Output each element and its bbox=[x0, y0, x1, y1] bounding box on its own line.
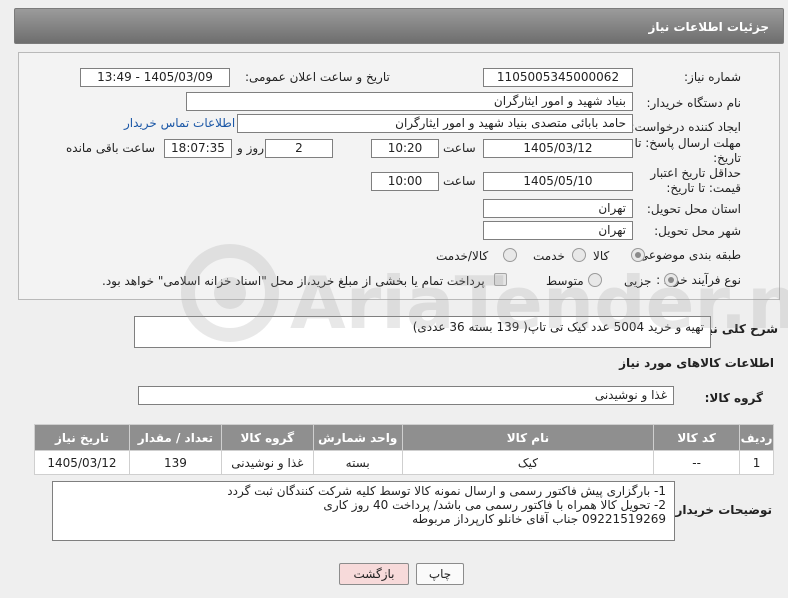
cell-name: کیک bbox=[401, 450, 655, 475]
description-textarea[interactable]: تهیه و خرید 5004 عدد کیک تی تاپ( 139 بست… bbox=[134, 316, 711, 348]
goods-group-field[interactable]: غذا و نوشیدنی bbox=[138, 386, 674, 405]
process-option-minor: جزیی bbox=[624, 274, 652, 288]
buyer-note-line-1: 1- بارگزاری پیش فاکتور رسمی و ارسال نمون… bbox=[227, 484, 666, 498]
cell-code: -- bbox=[653, 450, 741, 475]
reply-time-label: ساعت bbox=[443, 141, 476, 155]
reply-deadline-label: مهلت ارسال پاسخ: تا تاریخ: bbox=[634, 136, 741, 165]
col-date: تاریخ نیاز bbox=[34, 424, 130, 451]
col-unit: واحد شمارش bbox=[312, 424, 403, 451]
reply-date-field[interactable]: 1405/03/12 bbox=[483, 139, 633, 158]
delivery-city-field[interactable]: تهران bbox=[483, 221, 633, 240]
col-code: کد کالا bbox=[653, 424, 741, 451]
category-radio-goods[interactable] bbox=[631, 248, 645, 262]
category-option-service: خدمت bbox=[533, 249, 565, 263]
col-name: نام کالا bbox=[401, 424, 655, 451]
process-radio-minor[interactable] bbox=[664, 273, 678, 287]
treasury-payment-note: پرداخت تمام یا بخشی از مبلغ خرید،از محل … bbox=[102, 274, 485, 288]
remaining-time-field[interactable]: 18:07:35 bbox=[164, 139, 232, 158]
announce-field[interactable]: 1405/03/09 - 13:49 bbox=[80, 68, 230, 87]
page-header: جزئیات اطلاعات نیاز bbox=[14, 8, 784, 44]
table-row[interactable]: 1 -- کیک بسته غذا و نوشیدنی 139 1405/03/… bbox=[34, 450, 774, 475]
buyer-org-label: نام دستگاه خریدار: bbox=[646, 96, 742, 110]
days-label: روز و bbox=[237, 141, 264, 155]
requester-field[interactable]: حامد بابائی متصدی بنیاد شهید و امور ایثا… bbox=[237, 114, 633, 133]
treasury-payment-checkbox[interactable] bbox=[494, 273, 507, 286]
category-label: طبقه بندی موضوعی: bbox=[634, 248, 741, 262]
cell-unit: بسته bbox=[312, 450, 403, 475]
buyer-note-line-2: 2- تحویل کالا همراه با فاکتور رسمی می با… bbox=[323, 498, 666, 512]
cell-group: غذا و نوشیدنی bbox=[220, 450, 314, 475]
category-radio-service[interactable] bbox=[572, 248, 586, 262]
requester-label: ایجاد کننده درخواست: bbox=[630, 120, 741, 134]
buyer-contact-link[interactable]: اطلاعات تماس خریدار bbox=[124, 116, 235, 130]
price-valid-time-field[interactable]: 10:00 bbox=[371, 172, 439, 191]
category-option-goods-service: کالا/خدمت bbox=[436, 249, 489, 263]
print-button[interactable]: چاپ bbox=[416, 563, 464, 585]
need-number-field[interactable]: 1105005345000062 bbox=[483, 68, 633, 87]
buyer-notes-textarea[interactable]: 1- بارگزاری پیش فاکتور رسمی و ارسال نمون… bbox=[52, 481, 675, 541]
category-option-goods: کالا bbox=[593, 249, 610, 263]
price-valid-label: حداقل تاریخ اعتبار قیمت: تا تاریخ: bbox=[650, 166, 741, 195]
days-field[interactable]: 2 bbox=[265, 139, 333, 158]
goods-section-title: اطلاعات کالاهای مورد نیاز bbox=[619, 356, 774, 370]
price-valid-time-label: ساعت bbox=[443, 174, 476, 188]
col-row: ردیف bbox=[739, 424, 774, 451]
goods-table: ردیف کد کالا نام کالا واحد شمارش گروه کا… bbox=[34, 424, 774, 475]
announce-label: تاریخ و ساعت اعلان عمومی: bbox=[245, 70, 390, 84]
price-valid-date-field[interactable]: 1405/05/10 bbox=[483, 172, 633, 191]
delivery-province-field[interactable]: تهران bbox=[483, 199, 633, 218]
category-radio-goods-service[interactable] bbox=[503, 248, 517, 262]
back-button[interactable]: بازگشت bbox=[339, 563, 409, 585]
table-header-row: ردیف کد کالا نام کالا واحد شمارش گروه کا… bbox=[34, 424, 774, 451]
col-qty: تعداد / مقدار bbox=[128, 424, 222, 451]
remaining-label: ساعت باقی مانده bbox=[66, 141, 156, 155]
delivery-province-label: استان محل تحویل: bbox=[646, 202, 741, 216]
goods-group-label: گروه کالا: bbox=[704, 391, 763, 405]
col-group: گروه کالا bbox=[220, 424, 314, 451]
need-number-label: شماره نیاز: bbox=[684, 70, 741, 84]
delivery-city-label: شهر محل تحویل: bbox=[654, 224, 741, 238]
buyer-note-line-3: 09221519269 جناب آقای خانلو کارپرداز مرب… bbox=[412, 512, 666, 526]
process-radio-medium[interactable] bbox=[588, 273, 602, 287]
page-title: جزئیات اطلاعات نیاز bbox=[648, 20, 769, 34]
process-option-medium: متوسط bbox=[546, 274, 584, 288]
reply-time-field[interactable]: 10:20 bbox=[371, 139, 439, 158]
cell-date: 1405/03/12 bbox=[34, 450, 130, 475]
buyer-org-field[interactable]: بنیاد شهید و امور ایثارگران bbox=[186, 92, 633, 111]
cell-qty: 139 bbox=[128, 450, 222, 475]
cell-row: 1 bbox=[739, 450, 774, 475]
buyer-notes-label: توضیحات خریدار: bbox=[670, 503, 772, 517]
